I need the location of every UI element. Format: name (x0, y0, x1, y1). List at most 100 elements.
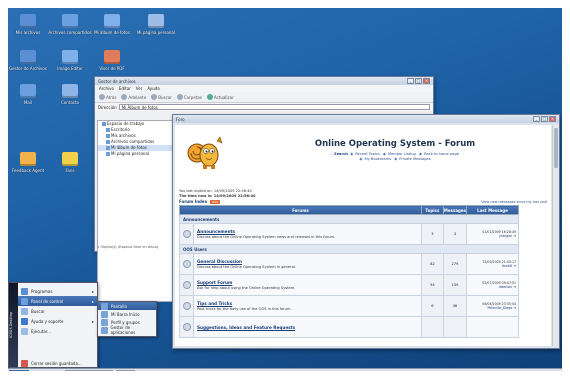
desktop-icon[interactable]: Gestor de Archivos (4, 50, 52, 71)
desktop-icon[interactable]: Visor de PDF (88, 50, 136, 71)
menu-item-label: Ayuda y soporte (31, 318, 64, 324)
submenu-item-label: Mi Barra Inicio (111, 311, 140, 317)
desktop-icon[interactable]: Mail (4, 84, 52, 105)
col-last-message: Last Message (466, 205, 519, 215)
start-menu-items: Programas ▸ Panel de control ▸ Buscar Ayuda y… (18, 283, 97, 367)
start-menu-item[interactable]: Buscar (18, 306, 97, 316)
search-icon (151, 94, 158, 100)
desktop-icon-label: Contacto (60, 100, 79, 105)
refresh-button[interactable]: Actualizar (206, 94, 234, 100)
recent-topics-link[interactable]: Recent Topics (355, 152, 379, 156)
scrollbar-thumb[interactable] (554, 128, 558, 168)
desktop-icon[interactable]: Feedback Agent (4, 152, 52, 173)
forum-titlebar[interactable]: Foro _ □ × (173, 115, 559, 123)
private-messages-link[interactable]: Private Messages (399, 157, 430, 161)
desktop-icon[interactable]: Mi álbum de fotos (88, 14, 136, 35)
desktop-icon[interactable]: Mis archivos (4, 14, 52, 35)
last-message-user[interactable]: Pellevillo_Diego (487, 306, 512, 310)
last-message-user[interactable]: jnangen (499, 234, 512, 238)
member-listing-icon: ◉ (382, 152, 386, 156)
folder-icon (106, 152, 110, 156)
forum-link[interactable]: Suggestions, Ideas and Feature Requests (197, 325, 418, 330)
desktop-icon[interactable]: Contacto (46, 84, 94, 105)
table-row: Suggestions, Ideas and Feature Requests (179, 316, 519, 338)
menu-editar[interactable]: Editar (119, 86, 131, 91)
bookmark-icon: ◉ (359, 157, 363, 161)
start-menu-item[interactable]: Panel de control ▸ (18, 296, 97, 306)
forum-description: Discuss about the Online Operating Syste… (197, 265, 296, 269)
menu-item-label: Buscar (31, 308, 45, 314)
last-message-user[interactable]: lekenser (499, 285, 513, 289)
go-to-post-icon[interactable]: ➜ (513, 306, 516, 310)
home-link[interactable]: Back to home page (424, 152, 459, 156)
last-visit-text: You last visited on: 14/09/2009 22:56:40 (179, 189, 252, 193)
task-file-manager[interactable]: Gestor de archivos (65, 370, 113, 378)
quick-launch-icon[interactable] (48, 371, 55, 377)
last-message-user[interactable]: donkill (502, 264, 513, 268)
desktop-icon-label: Gestor de Archivos (9, 66, 47, 71)
forum-link[interactable]: Announcements (197, 229, 418, 234)
forum-link[interactable]: Support Forum (197, 280, 418, 285)
quick-launch-icon[interactable] (56, 371, 63, 377)
chevron-right-icon: ▸ (91, 298, 94, 304)
maximize-button[interactable]: □ (541, 116, 548, 122)
address-input[interactable]: Mi Álbum de fotos (118, 104, 430, 110)
submenu-item[interactable]: Mi Barra Inicio (98, 310, 156, 318)
start-menu-item[interactable]: Cerrar sesión guardada... (18, 358, 97, 368)
back-button[interactable]: Atrás (99, 94, 116, 100)
start-menu-item[interactable]: Ayuda y soporte ▸ (18, 316, 97, 326)
forum-table: Forums Topics Messages Last Message Anno… (179, 205, 519, 338)
app-icon (62, 152, 78, 166)
menu-archivo[interactable]: Archivo (99, 86, 114, 91)
desktop-icon[interactable]: Image Editor (46, 50, 94, 71)
quick-launch-icon[interactable] (40, 371, 47, 377)
forum-link[interactable]: General Discussion (197, 259, 418, 264)
new-messages-link[interactable]: View new messages since my last visit (481, 200, 547, 204)
submenu-item[interactable]: Pantalla (98, 302, 156, 310)
category-announcements[interactable]: Announcements (179, 214, 519, 224)
category-oos-users[interactable]: OOS Users (179, 244, 519, 254)
forum-page: Online Operating System - Forum ⌕Search … (175, 125, 551, 346)
menu-item-label: Panel de control (31, 298, 64, 304)
desktop-icon[interactable]: Fans (46, 152, 94, 173)
quick-launch-icon[interactable] (32, 371, 39, 377)
menu-ayuda[interactable]: Ayuda (147, 86, 159, 91)
forum-scrollbar[interactable] (552, 125, 558, 346)
rss-badge[interactable]: RSS (210, 199, 221, 204)
message-count: 279 (442, 253, 468, 275)
forum-index-link[interactable]: Forum Index (179, 199, 207, 204)
go-to-post-icon[interactable]: ➜ (513, 264, 516, 268)
task-forum[interactable]: Foro (116, 370, 135, 378)
desktop-icon[interactable]: Mi página personal (132, 14, 180, 35)
bookmarks-link[interactable]: My Bookmarks (365, 157, 391, 161)
menu-item-icon (21, 307, 28, 315)
start-button[interactable]: Menú (9, 370, 30, 378)
app-icon (20, 84, 36, 98)
close-button[interactable]: × (549, 116, 556, 122)
close-button[interactable]: × (423, 78, 430, 84)
submenu-item[interactable]: Gestor de aplicaciones (98, 325, 156, 335)
desktop-icon[interactable]: Archivos compartidos (46, 14, 94, 35)
maximize-button[interactable]: □ (415, 78, 422, 84)
file-manager-titlebar[interactable]: Gestor de archivos _ □ × (95, 77, 433, 85)
go-to-post-icon[interactable]: ➜ (513, 234, 516, 238)
start-menu-item[interactable]: Ejecutar... (18, 326, 97, 336)
search-link[interactable]: Search (334, 152, 348, 156)
forum-link[interactable]: Tips and Tricks (197, 301, 418, 306)
forward-button[interactable]: Adelante (121, 94, 146, 100)
folder-icon (106, 134, 110, 138)
forum-status-icon (182, 301, 191, 310)
menu-ver[interactable]: Ver (136, 86, 143, 91)
folder-icon (106, 140, 110, 144)
minimize-button[interactable]: _ (533, 116, 540, 122)
start-menu-item[interactable]: Programas ▸ (18, 286, 97, 296)
desktop-icon-label: Visor de PDF (99, 66, 125, 71)
forum-status-icon (182, 229, 191, 238)
minimize-button[interactable]: _ (407, 78, 414, 84)
go-to-post-icon[interactable]: ➜ (513, 285, 516, 289)
search-button[interactable]: Buscar (151, 94, 172, 100)
forum-window[interactable]: Foro _ □ × Online Operating System - For… (172, 114, 560, 349)
folders-button[interactable]: Carpetas (176, 94, 202, 100)
control-panel-submenu: Pantalla Mi Barra Inicio Perfil y grupos Ge… (97, 301, 157, 337)
member-listing-link[interactable]: Member Listing (388, 152, 416, 156)
